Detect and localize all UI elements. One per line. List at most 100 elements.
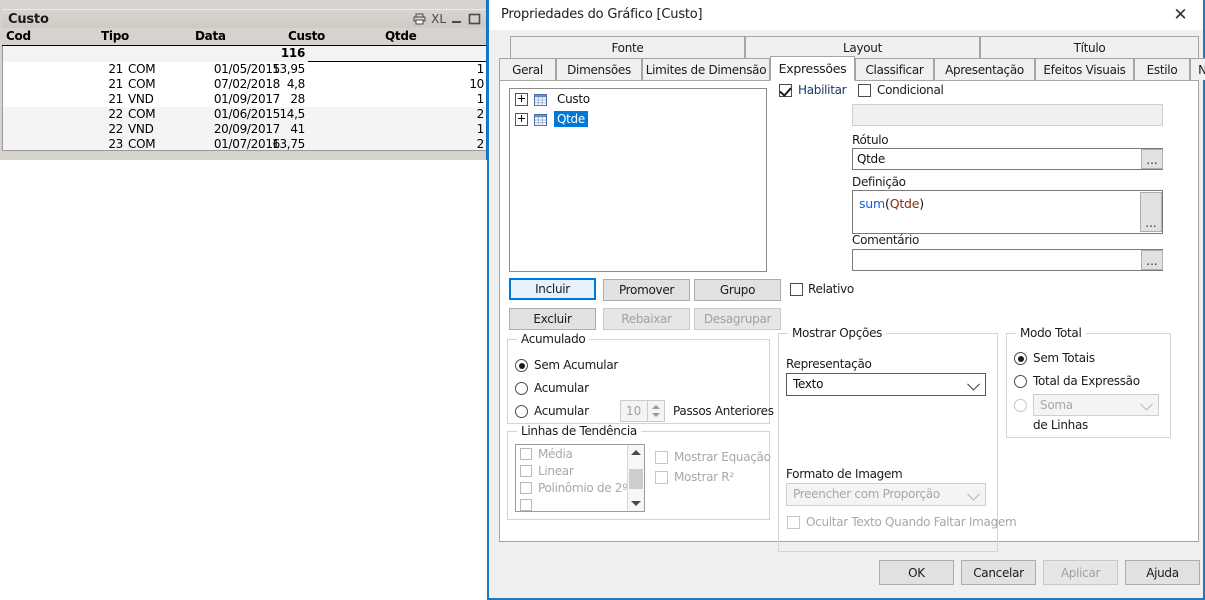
- relativo-label: Relativo: [808, 282, 854, 296]
- column-header-custo[interactable]: Custo: [288, 29, 325, 43]
- relativo-checkbox[interactable]: [790, 283, 803, 296]
- tab-dimensoes[interactable]: Dimensões: [556, 58, 642, 80]
- list-item[interactable]: Polinômio de 2º gra: [516, 479, 644, 496]
- table-grid-icon: [534, 93, 547, 106]
- modo-total-title: Modo Total: [1016, 326, 1086, 340]
- comentario-input[interactable]: [852, 249, 1163, 271]
- dialog-title: Propriedades do Gráfico [Custo]: [501, 7, 703, 22]
- mostrar-r2-label: Mostrar R²: [674, 470, 734, 484]
- tendencia-scrollbar[interactable]: [627, 445, 644, 511]
- ajuda-button[interactable]: Ajuda: [1125, 560, 1200, 585]
- list-item-partial[interactable]: [516, 496, 644, 511]
- tab-geral[interactable]: Geral: [499, 58, 556, 80]
- definicao-label: Definição: [852, 175, 906, 189]
- close-icon[interactable]: ✕: [1158, 0, 1203, 30]
- chevron-up-icon[interactable]: [652, 405, 660, 409]
- expression-node-custo[interactable]: Custo: [510, 89, 766, 109]
- tab-layout[interactable]: Layout: [745, 36, 980, 58]
- chevron-down-icon[interactable]: [631, 501, 641, 506]
- expand-plus-icon[interactable]: [515, 112, 528, 126]
- acumular-passos-radio[interactable]: [515, 405, 528, 418]
- column-header-data[interactable]: Data: [195, 29, 226, 43]
- tab-apresentacao[interactable]: Apresentação: [934, 58, 1035, 80]
- comentario-ellipsis-button[interactable]: ...: [1141, 250, 1163, 270]
- table-total-row: 116: [3, 46, 487, 62]
- condicional-input: [852, 104, 1163, 126]
- tab-expressoes[interactable]: Expressões: [770, 56, 855, 81]
- expression-node-qtde[interactable]: Qtde: [510, 109, 766, 129]
- table-row[interactable]: 21 COM 01/05/2015 13,95 1: [3, 62, 487, 77]
- cancelar-button[interactable]: Cancelar: [961, 560, 1036, 585]
- promover-button[interactable]: Promover: [603, 279, 690, 301]
- expand-plus-icon[interactable]: [515, 92, 528, 106]
- condicional-checkbox[interactable]: [858, 84, 871, 97]
- dialog-footer: OK Cancelar Aplicar Ajuda: [489, 546, 1203, 598]
- table-row[interactable]: 21 COM 07/02/2018 4,8 10: [3, 77, 487, 92]
- tab-efeitos-visuais[interactable]: Efeitos Visuais: [1035, 58, 1134, 80]
- expression-tree[interactable]: Custo Qtde: [509, 88, 767, 272]
- rotulo-input[interactable]: Qtde: [852, 148, 1163, 170]
- total-expressao-radio[interactable]: [1014, 375, 1027, 388]
- table-row[interactable]: 22 VND 20/09/2017 41 1: [3, 122, 487, 137]
- agregacao-select: Soma: [1033, 394, 1159, 416]
- formato-imagem-label: Formato de Imagem: [786, 467, 903, 481]
- mostrar-opcoes-title: Mostrar Opções: [788, 326, 887, 340]
- rotulo-ellipsis-button[interactable]: ...: [1141, 149, 1163, 169]
- sem-totais-radio[interactable]: [1014, 352, 1027, 365]
- tab-estilo[interactable]: Estilo: [1134, 58, 1190, 80]
- total-custo: 116: [280, 46, 305, 60]
- tendencia-next-checkbox[interactable]: [520, 498, 532, 511]
- excel-export-icon[interactable]: XL: [431, 12, 446, 26]
- tab-classificar[interactable]: Classificar: [855, 58, 934, 80]
- chevron-up-icon[interactable]: [631, 450, 641, 455]
- definicao-input[interactable]: sum(Qtde): [852, 190, 1163, 234]
- stepper-buttons[interactable]: [647, 401, 664, 421]
- tab-titulo[interactable]: Título: [980, 36, 1199, 58]
- table-row[interactable]: 23 COM 01/07/2016 13,75 2: [3, 137, 487, 150]
- sem-acumular-radio[interactable]: [515, 359, 528, 372]
- passos-anteriores-stepper[interactable]: 10: [620, 400, 665, 422]
- dialog-title-bar[interactable]: Propriedades do Gráfico [Custo] ✕: [489, 0, 1203, 30]
- tendencia-media-checkbox[interactable]: [520, 447, 532, 460]
- tab-fonte[interactable]: Fonte: [510, 36, 745, 58]
- print-icon[interactable]: [413, 13, 426, 25]
- table-grid-icon: [534, 113, 547, 126]
- list-item[interactable]: Linear: [516, 462, 644, 479]
- total-expressao-label: Total da Expressão: [1033, 374, 1140, 388]
- habilitar-checkbox[interactable]: [779, 84, 792, 97]
- tendencia-list[interactable]: Média Linear Polinômio de 2º gra: [515, 444, 645, 512]
- scrollbar-thumb[interactable]: [629, 469, 643, 489]
- column-header-qtde[interactable]: Qtde: [385, 29, 417, 43]
- acumular-label: Acumular: [534, 381, 589, 395]
- list-item[interactable]: Média: [516, 445, 644, 462]
- table-row[interactable]: 21 VND 01/09/2017 28 1: [3, 92, 487, 107]
- column-header-cod[interactable]: Cod: [6, 29, 31, 43]
- formato-imagem-select: Preencher com Proporção: [786, 483, 986, 506]
- tab-strip: Fonte Layout Título Geral Dimensões Limi…: [499, 36, 1205, 81]
- table-header-row: Cod Tipo Data Custo Qtde: [2, 28, 486, 46]
- table-grid[interactable]: 116 21 COM 01/05/2015 13,95 1 21 COM 07/…: [2, 46, 488, 151]
- table-row[interactable]: 22 COM 01/06/2015 14,5 2: [3, 107, 487, 122]
- check-tick-icon: [779, 84, 792, 97]
- representacao-select[interactable]: Texto: [786, 373, 986, 396]
- table-caption-bar[interactable]: Custo XL: [2, 9, 486, 29]
- incluir-button[interactable]: Incluir: [509, 278, 596, 300]
- chevron-down-icon: [967, 487, 980, 501]
- maximize-icon[interactable]: [468, 13, 481, 25]
- tendencia-polinomio2-checkbox[interactable]: [520, 481, 532, 494]
- column-header-tipo[interactable]: Tipo: [101, 29, 129, 43]
- minimize-icon[interactable]: [451, 13, 463, 25]
- grupo-button[interactable]: Grupo: [694, 279, 781, 301]
- agregacao-radio[interactable]: [1014, 399, 1027, 412]
- acumular-radio[interactable]: [515, 382, 528, 395]
- chevron-down-icon[interactable]: [652, 413, 660, 417]
- excluir-button[interactable]: Excluir: [509, 308, 596, 330]
- definicao-ellipsis-button[interactable]: ...: [1140, 192, 1162, 232]
- radio-dot: [518, 362, 525, 369]
- formato-imagem-value: Preencher com Proporção: [793, 487, 940, 501]
- representacao-label: Representação: [786, 357, 872, 371]
- tab-limites-dimensao[interactable]: Limites de Dimensão: [642, 58, 770, 80]
- tab-numero[interactable]: Número: [1190, 58, 1205, 80]
- ok-button[interactable]: OK: [879, 560, 954, 585]
- tendencia-linear-checkbox[interactable]: [520, 464, 532, 477]
